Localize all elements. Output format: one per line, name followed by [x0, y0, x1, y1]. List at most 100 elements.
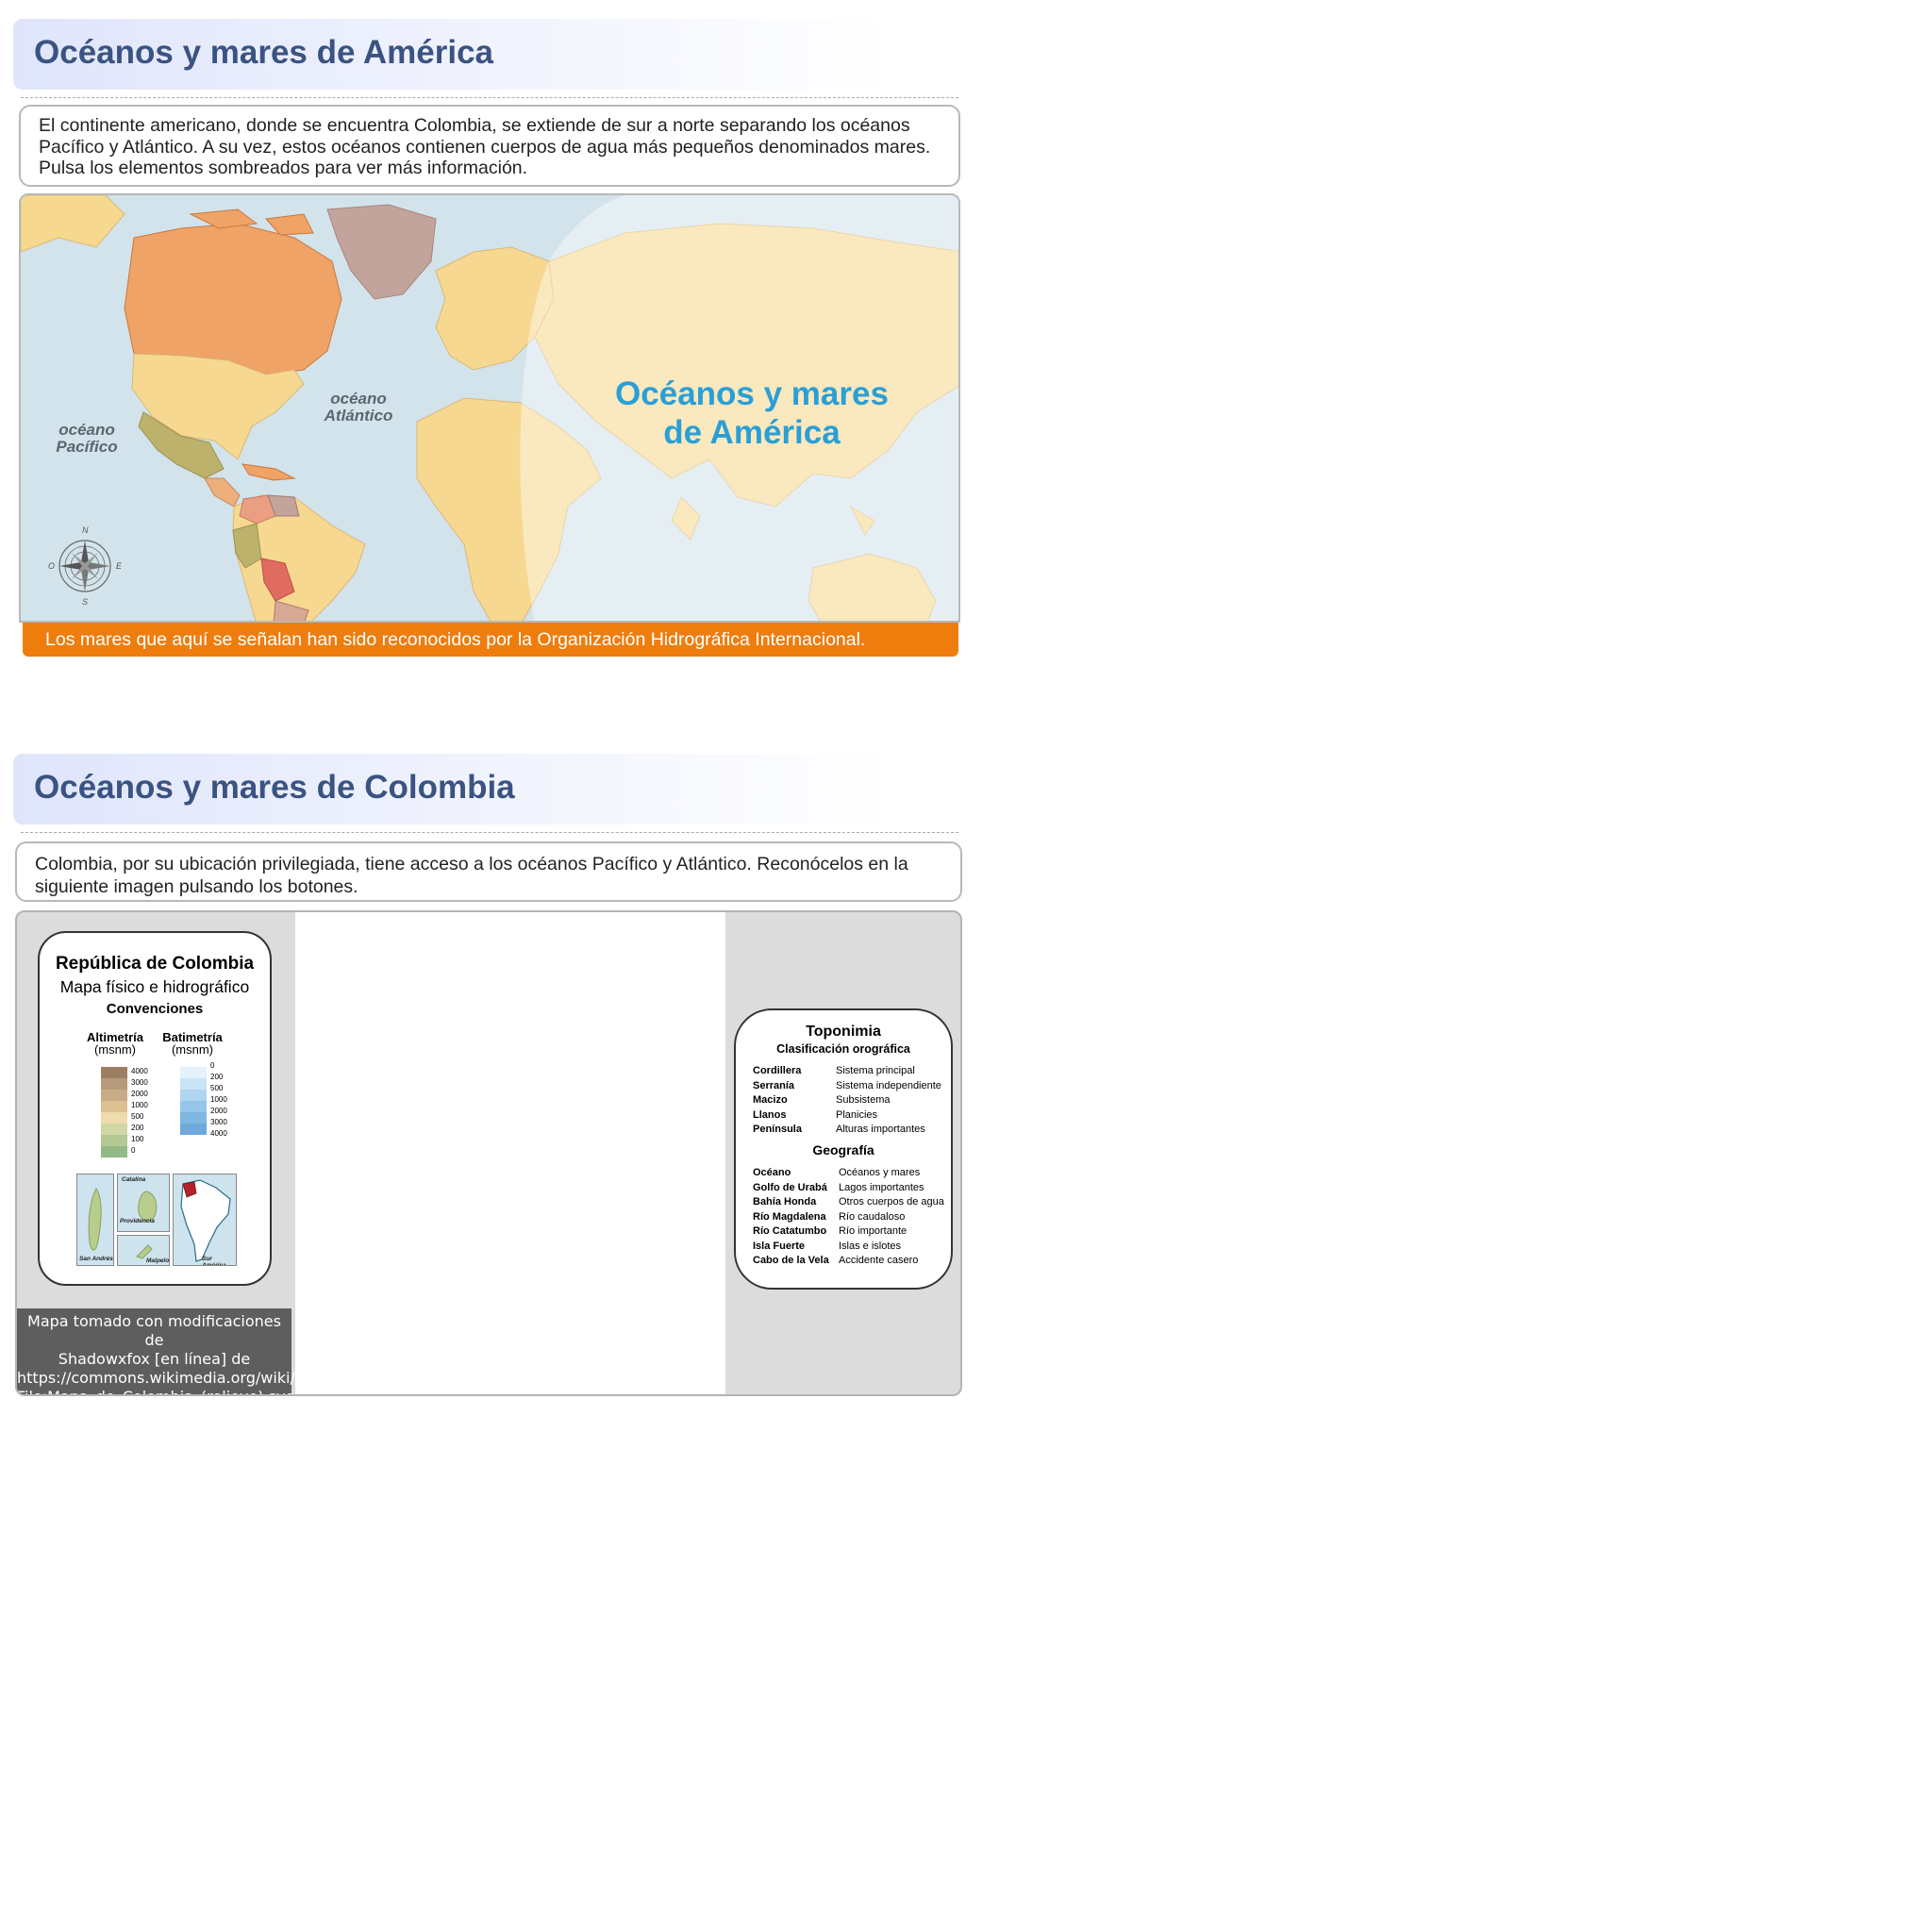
- toponymy-description: Islas e islotes: [839, 1240, 902, 1252]
- altimetry-swatch: [101, 1146, 127, 1158]
- section-divider: [21, 832, 958, 833]
- altimetry-tick: 100: [131, 1135, 144, 1143]
- altimetry-swatch: [101, 1101, 127, 1112]
- section-title-colombia: Océanos y mares de Colombia: [34, 769, 515, 806]
- bathymetry-scale: [180, 1067, 207, 1135]
- legend-card: República de Colombia Mapa físico e hidr…: [38, 931, 272, 1286]
- intro-text-america: El continente americano, donde se encuen…: [19, 105, 960, 187]
- bathymetry-tick: 0: [210, 1061, 215, 1070]
- iho-note-text: Los mares que aquí se señalan han sido r…: [45, 629, 866, 650]
- atlantic-label-line2: Atlántico: [324, 407, 393, 425]
- toponymy-term: Golfo de Urabá: [753, 1181, 827, 1193]
- section-header-colombia: Océanos y mares de Colombia: [13, 754, 891, 824]
- bathymetry-swatch: [180, 1067, 207, 1078]
- altimetry-tick: 3000: [131, 1078, 148, 1087]
- toponymy-description: Sistema independiente: [836, 1079, 941, 1091]
- pacific-ocean-label[interactable]: océano Pacífico: [49, 422, 125, 456]
- toponymy-term: Llanos: [753, 1108, 787, 1121]
- inset-san-andres: San Andrés: [76, 1174, 114, 1266]
- toponymy-description: Otros cuerpos de agua: [839, 1196, 944, 1208]
- credit-line-3: https://commons.wikimedia.org/wiki/: [17, 1369, 295, 1387]
- pacific-label-line1: océano: [58, 421, 115, 439]
- inset-label-san-andres: San Andrés: [79, 1256, 113, 1262]
- toponymy-term: Río Magdalena: [753, 1210, 826, 1223]
- section-header-america: Océanos y mares de América: [13, 19, 891, 90]
- intro-paragraph: El continente americano, donde se encuen…: [39, 115, 931, 178]
- bathymetry-swatch: [180, 1124, 207, 1135]
- toponymy-description: Planicies: [836, 1108, 878, 1121]
- pacific-label-line2: Pacífico: [56, 438, 118, 456]
- toponymy-term: Península: [753, 1124, 802, 1135]
- atlantic-label-line1: océano: [330, 390, 387, 408]
- toponymy-term: Bahía Honda: [753, 1196, 817, 1208]
- credit-line-2: Shadowxfox [en línea] de: [58, 1350, 251, 1368]
- altimetry-swatch: [101, 1067, 127, 1078]
- altimetry-unit: (msnm): [93, 1042, 137, 1057]
- map-credit: Mapa tomado con modificaciones de Shadow…: [17, 1308, 295, 1394]
- credit-line-1: Mapa tomado con modificaciones de: [27, 1312, 281, 1349]
- toponymy-term: Serranía: [753, 1079, 795, 1091]
- inset-label-catalina: Catalina: [122, 1176, 146, 1183]
- toponymy-title: Toponimia: [806, 1024, 881, 1040]
- inset-providencia: Catalina Providencia: [117, 1174, 170, 1232]
- south-america-outline: [180, 1179, 231, 1262]
- toponymy-description: Río caudaloso: [839, 1210, 906, 1223]
- inset-label-providencia: Providencia: [120, 1218, 155, 1224]
- inset-sur-america: Sur América: [173, 1174, 237, 1266]
- compass-south: S: [82, 597, 89, 607]
- compass-north: N: [82, 525, 89, 535]
- bathymetry-unit: (msnm): [171, 1042, 214, 1057]
- map-overlay-title-line2: de América: [663, 414, 841, 451]
- section-title-america: Océanos y mares de América: [34, 34, 494, 71]
- intro-paragraph: Colombia, por su ubicación privilegiada,…: [35, 854, 908, 897]
- toponymy-subtitle: Clasificación orográfica: [776, 1042, 910, 1056]
- altimetry-swatch: [101, 1090, 127, 1101]
- world-map: N S E O océano Pacífico océano Atlántico…: [19, 193, 960, 623]
- bathymetry-swatch: [180, 1101, 207, 1112]
- compass-west: O: [48, 561, 56, 571]
- section-divider: [21, 97, 958, 98]
- altimetry-tick: 2000: [131, 1090, 148, 1098]
- san-andres-island: [88, 1188, 102, 1251]
- bathymetry-swatch: [180, 1090, 207, 1101]
- geography-title: Geografía: [812, 1142, 874, 1158]
- iho-note-bar: Los mares que aquí se señalan han sido r…: [23, 623, 958, 657]
- altimetry-tick: 0: [131, 1146, 136, 1155]
- legend-title: República de Colombia: [55, 954, 255, 974]
- altimetry-swatch: [101, 1112, 127, 1124]
- toponymy-description: Alturas importantes: [836, 1124, 925, 1135]
- toponymy-description: Sistema principal: [836, 1065, 915, 1076]
- bathymetry-tick: 3000: [210, 1118, 227, 1126]
- toponymy-card: Toponimia Clasificación orográfica Cordi…: [734, 1008, 953, 1290]
- bathymetry-tick: 500: [210, 1084, 224, 1092]
- toponymy-term: Río Catatumbo: [753, 1225, 827, 1237]
- altimetry-scale: [101, 1067, 127, 1158]
- toponymy-description: Lagos importantes: [839, 1181, 924, 1193]
- colombia-map-area: [295, 912, 725, 1394]
- intro-text-colombia: Colombia, por su ubicación privilegiada,…: [15, 841, 962, 902]
- toponymy-term: Macizo: [753, 1094, 788, 1106]
- toponymy-description: Océanos y mares: [839, 1167, 921, 1178]
- bathymetry-tick: 1000: [210, 1095, 227, 1104]
- toponymy-term: Cordillera: [753, 1065, 802, 1076]
- legend-conventions: Convenciones: [106, 1001, 204, 1017]
- inset-label-malpelo: Malpelo: [146, 1257, 170, 1264]
- map-overlay-title: Océanos y mares de América: [606, 375, 898, 452]
- altimetry-swatch: [101, 1135, 127, 1146]
- inset-malpelo: Malpelo: [117, 1235, 170, 1266]
- altimetry-swatch: [101, 1078, 127, 1090]
- inset-label-sur-america: Sur América: [202, 1256, 226, 1266]
- toponymy-description: Accidente casero: [839, 1255, 919, 1266]
- bathymetry-tick: 4000: [210, 1129, 227, 1138]
- credit-line-4: File:Mapa_de_Colombia_(relieve).svg: [17, 1388, 295, 1394]
- colombia-map-panel: República de Colombia Mapa físico e hidr…: [15, 910, 962, 1396]
- toponymy-description: Subsistema: [836, 1094, 891, 1106]
- toponymy-term: Cabo de la Vela: [753, 1255, 829, 1266]
- altimetry-tick: 200: [131, 1124, 144, 1132]
- bathymetry-swatch: [180, 1112, 207, 1124]
- map-overlay-title-line1: Océanos y mares: [615, 375, 889, 412]
- altimetry-tick: 500: [131, 1112, 144, 1121]
- atlantic-ocean-label[interactable]: océano Atlántico: [321, 391, 396, 425]
- toponymy-term: Océano: [753, 1167, 791, 1178]
- altimetry-swatch: [101, 1124, 127, 1135]
